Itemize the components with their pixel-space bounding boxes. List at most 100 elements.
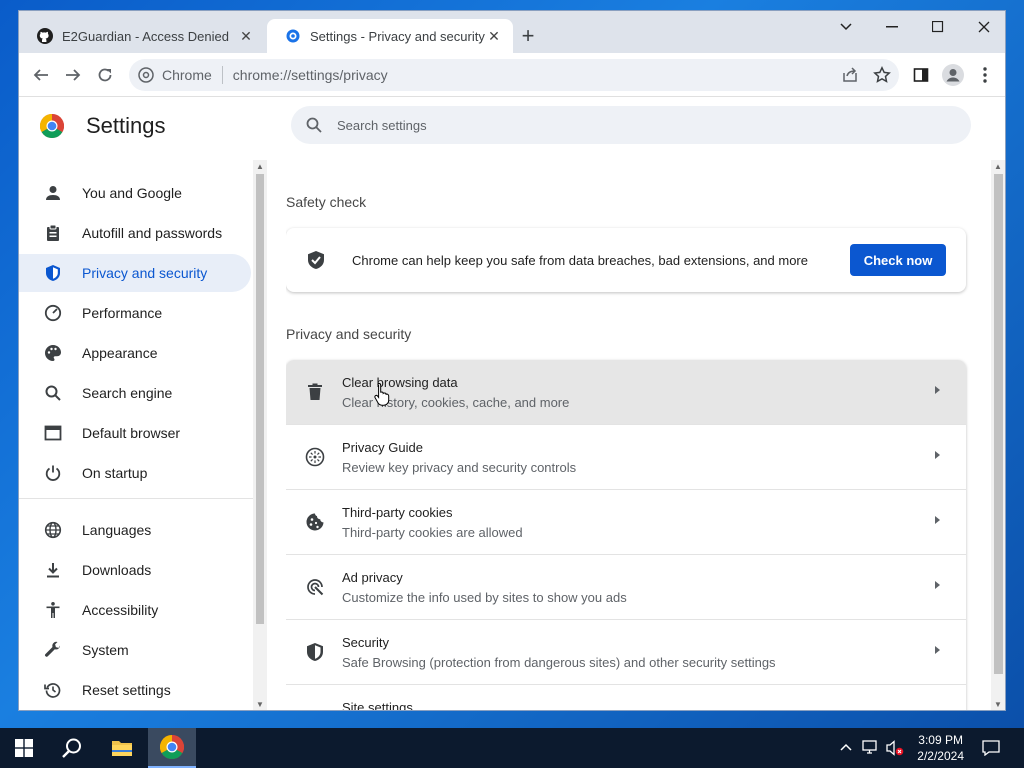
row-ad-privacy[interactable]: Ad privacy Customize the info used by si…: [286, 555, 966, 620]
sidebar-item-label: Performance: [82, 305, 163, 321]
sidebar-item-autofill[interactable]: Autofill and passwords: [19, 214, 251, 252]
sidebar-item-languages[interactable]: Languages: [19, 511, 251, 549]
back-button[interactable]: [29, 63, 53, 87]
search-icon: [43, 383, 63, 403]
sidebar-scrollbar[interactable]: ▲ ▼: [253, 160, 267, 710]
file-explorer-icon[interactable]: [98, 728, 146, 768]
sidebar-item-accessibility[interactable]: Accessibility: [19, 591, 251, 629]
row-title: Security: [342, 635, 389, 650]
search-settings-bar[interactable]: [291, 106, 971, 144]
new-tab-button[interactable]: +: [517, 25, 539, 47]
tab-e2guardian[interactable]: E2Guardian - Access Denied ✕: [19, 19, 265, 53]
power-icon: [43, 463, 63, 483]
shield-check-icon: [306, 250, 326, 270]
shield-icon: [43, 263, 63, 283]
network-icon[interactable]: [862, 740, 880, 759]
close-tab-icon[interactable]: ✕: [485, 27, 503, 45]
sidebar-item-label: Search engine: [82, 385, 173, 401]
share-icon[interactable]: [841, 66, 859, 87]
more-menu-icon[interactable]: [973, 63, 997, 87]
privacy-security-card: Clear browsing data Clear history, cooki…: [286, 360, 966, 711]
settings-page: Settings You and Google Autofill and: [19, 98, 1005, 711]
chrome-icon: [138, 67, 154, 83]
sidebar-item-label: Languages: [82, 522, 152, 538]
sidebar-divider: [19, 498, 253, 499]
scrollbar-thumb[interactable]: [994, 174, 1003, 674]
search-input[interactable]: [337, 117, 897, 133]
sidebar-item-label: Reset settings: [82, 682, 171, 698]
search-icon: [305, 116, 323, 134]
browser-window: E2Guardian - Access Denied ✕ Settings - …: [18, 10, 1006, 711]
maximize-button[interactable]: [915, 11, 961, 43]
cookie-icon: [305, 512, 325, 532]
scrollbar-thumb[interactable]: [256, 174, 264, 624]
sidebar-item-label: Autofill and passwords: [82, 225, 223, 241]
sidebar-item-system[interactable]: System: [19, 631, 251, 669]
row-title: Site settings: [342, 700, 413, 711]
sidebar-item-on-startup[interactable]: On startup: [19, 454, 251, 492]
tab-strip: E2Guardian - Access Denied ✕ Settings - …: [19, 11, 1005, 53]
url-text[interactable]: chrome://settings/privacy: [233, 67, 388, 83]
row-title: Ad privacy: [342, 570, 403, 585]
scroll-down-arrow-icon[interactable]: ▼: [256, 700, 264, 709]
row-subtitle: Customize the info used by sites to show…: [342, 590, 627, 605]
main-scrollbar[interactable]: ▲ ▼: [991, 160, 1005, 710]
chevron-right-icon: [935, 581, 940, 589]
clipboard-icon: [43, 223, 63, 243]
side-panel-icon[interactable]: [909, 63, 933, 87]
sidebar-item-reset-settings[interactable]: Reset settings: [19, 671, 251, 709]
omnibox-divider: [221, 66, 223, 84]
row-subtitle: Third-party cookies are allowed: [342, 525, 523, 540]
row-security[interactable]: Security Safe Browsing (protection from …: [286, 620, 966, 685]
sidebar-item-default-browser[interactable]: Default browser: [19, 414, 251, 452]
chevron-right-icon: [935, 386, 940, 394]
person-icon: [43, 183, 63, 203]
safety-check-card: Chrome can help keep you safe from data …: [286, 228, 966, 292]
omnibox-chip: Chrome: [162, 67, 212, 83]
minimize-button[interactable]: [869, 11, 915, 43]
sliders-icon: [305, 707, 325, 710]
bookmark-star-icon[interactable]: [873, 66, 891, 87]
scroll-up-arrow-icon[interactable]: ▲: [256, 162, 264, 171]
sidebar-item-label: Default browser: [82, 425, 181, 441]
close-tab-icon[interactable]: ✕: [237, 27, 255, 45]
start-button[interactable]: [0, 728, 48, 768]
sidebar-item-you-and-google[interactable]: You and Google: [19, 174, 251, 212]
ad-privacy-icon: [305, 577, 325, 597]
row-third-party-cookies[interactable]: Third-party cookies Third-party cookies …: [286, 490, 966, 555]
tab-title: Settings - Privacy and security: [310, 28, 485, 44]
row-privacy-guide[interactable]: Privacy Guide Review key privacy and sec…: [286, 425, 966, 490]
tab-settings[interactable]: Settings - Privacy and security ✕: [267, 19, 513, 53]
forward-button[interactable]: [61, 63, 85, 87]
address-bar[interactable]: Chrome chrome://settings/privacy: [129, 59, 899, 91]
sidebar-item-search-engine[interactable]: Search engine: [19, 374, 251, 412]
row-subtitle: Review key privacy and security controls: [342, 460, 577, 475]
github-icon: [37, 28, 53, 44]
taskbar-chrome-icon[interactable]: [148, 728, 196, 768]
row-subtitle: Safe Browsing (protection from dangerous…: [342, 655, 776, 670]
sidebar-item-performance[interactable]: Performance: [19, 294, 251, 332]
sidebar-item-privacy-and-security[interactable]: Privacy and security: [19, 254, 251, 292]
chevron-right-icon: [935, 516, 940, 524]
reload-button[interactable]: [93, 63, 117, 87]
scroll-down-arrow-icon[interactable]: ▼: [994, 700, 1002, 709]
volume-muted-icon[interactable]: [886, 740, 904, 759]
chevron-up-icon[interactable]: [840, 740, 852, 754]
system-clock[interactable]: 3:09 PM 2/2/2024: [917, 732, 964, 764]
sidebar-item-appearance[interactable]: Appearance: [19, 334, 251, 372]
tab-search-chevron-icon[interactable]: [823, 11, 869, 43]
row-title: Clear browsing data: [342, 375, 458, 390]
profile-avatar-icon[interactable]: [941, 63, 965, 87]
row-site-settings[interactable]: Site settings: [286, 685, 966, 711]
settings-main: Safety check Chrome can help keep you sa…: [286, 160, 986, 711]
close-window-button[interactable]: [961, 11, 1005, 43]
check-now-button[interactable]: Check now: [850, 244, 946, 276]
taskbar-search-icon[interactable]: [48, 728, 96, 768]
download-icon: [43, 560, 63, 580]
sidebar-item-downloads[interactable]: Downloads: [19, 551, 251, 589]
globe-icon: [43, 520, 63, 540]
sidebar-item-label: On startup: [82, 465, 148, 481]
notifications-icon[interactable]: [982, 740, 1000, 759]
accessibility-icon: [43, 600, 63, 620]
scroll-up-arrow-icon[interactable]: ▲: [994, 162, 1002, 171]
